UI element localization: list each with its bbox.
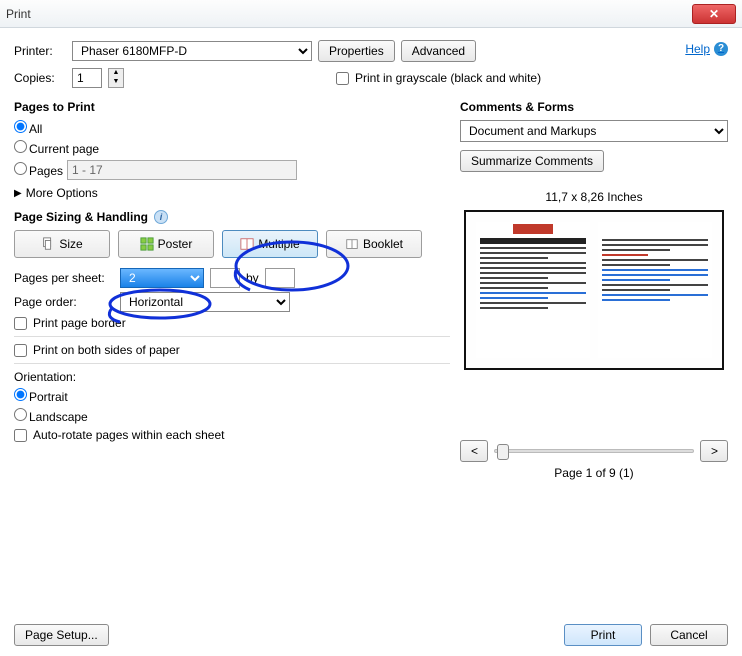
page-indicator: Page 1 of 9 (1) xyxy=(460,466,728,480)
print-preview xyxy=(464,210,724,370)
advanced-button[interactable]: Advanced xyxy=(401,40,476,62)
cancel-button[interactable]: Cancel xyxy=(650,624,728,646)
pages-per-sheet-select[interactable]: 2 xyxy=(120,268,204,288)
multiple-icon xyxy=(240,237,254,251)
page-setup-button[interactable]: Page Setup... xyxy=(14,624,109,646)
copies-label: Copies: xyxy=(14,71,66,85)
page-order-select[interactable]: Horizontal xyxy=(120,292,290,312)
summarize-comments-button[interactable]: Summarize Comments xyxy=(460,150,604,172)
grayscale-checkbox[interactable]: Print in grayscale (black and white) xyxy=(336,71,541,85)
pages-radio[interactable]: Pages xyxy=(14,162,63,178)
window-title: Print xyxy=(6,7,692,21)
poster-tab[interactable]: Poster xyxy=(118,230,214,258)
both-sides-checkbox[interactable]: Print on both sides of paper xyxy=(14,343,450,357)
custom-rows-input[interactable] xyxy=(265,268,295,288)
portrait-radio[interactable]: Portrait xyxy=(14,388,68,404)
preview-dimensions: 11,7 x 8,26 Inches xyxy=(460,190,728,204)
help-link[interactable]: Help ? xyxy=(685,42,728,56)
preview-page-right xyxy=(598,222,712,358)
multiple-tab[interactable]: Multiple xyxy=(222,230,318,258)
custom-cols-input[interactable] xyxy=(210,268,240,288)
titlebar: Print ✕ xyxy=(0,0,742,28)
info-icon[interactable]: i xyxy=(154,210,168,224)
autorotate-checkbox[interactable]: Auto-rotate pages within each sheet xyxy=(14,428,450,442)
more-options-toggle[interactable]: ▶ More Options xyxy=(14,186,450,200)
sizing-title: Page Sizing & Handling i xyxy=(14,210,450,224)
orientation-label: Orientation: xyxy=(14,370,450,384)
size-tab[interactable]: Size xyxy=(14,230,110,258)
current-page-radio[interactable]: Current page xyxy=(14,140,99,156)
properties-button[interactable]: Properties xyxy=(318,40,395,62)
help-icon: ? xyxy=(714,42,728,56)
booklet-icon xyxy=(345,237,359,251)
spinner-down-icon[interactable]: ▼ xyxy=(109,78,123,87)
landscape-radio[interactable]: Landscape xyxy=(14,408,88,424)
close-button[interactable]: ✕ xyxy=(692,4,736,24)
comments-dropdown[interactable]: Document and Markups xyxy=(460,120,728,142)
preview-prev-button[interactable]: < xyxy=(460,440,488,462)
print-border-checkbox[interactable]: Print page border xyxy=(14,316,450,330)
print-button[interactable]: Print xyxy=(564,624,642,646)
size-icon xyxy=(41,237,55,251)
page-order-label: Page order: xyxy=(14,295,114,309)
pages-to-print-title: Pages to Print xyxy=(14,100,450,114)
help-label: Help xyxy=(685,42,710,56)
copies-spinner[interactable]: ▲▼ xyxy=(108,68,124,88)
preview-next-button[interactable]: > xyxy=(700,440,728,462)
by-label: by xyxy=(246,271,259,285)
printer-select[interactable]: Phaser 6180MFP-D xyxy=(72,41,312,61)
copies-input[interactable] xyxy=(72,68,102,88)
pages-range-input xyxy=(67,160,297,180)
comments-forms-title: Comments & Forms xyxy=(460,100,728,114)
slider-thumb[interactable] xyxy=(497,444,509,460)
booklet-tab[interactable]: Booklet xyxy=(326,230,422,258)
poster-icon xyxy=(140,237,154,251)
close-icon: ✕ xyxy=(709,8,719,20)
preview-slider[interactable] xyxy=(494,449,694,453)
preview-page-left xyxy=(476,222,590,358)
spinner-up-icon[interactable]: ▲ xyxy=(109,69,123,78)
chevron-right-icon: ▶ xyxy=(14,188,22,199)
all-radio[interactable]: All xyxy=(14,120,42,136)
pages-per-sheet-label: Pages per sheet: xyxy=(14,271,114,285)
printer-label: Printer: xyxy=(14,44,66,58)
